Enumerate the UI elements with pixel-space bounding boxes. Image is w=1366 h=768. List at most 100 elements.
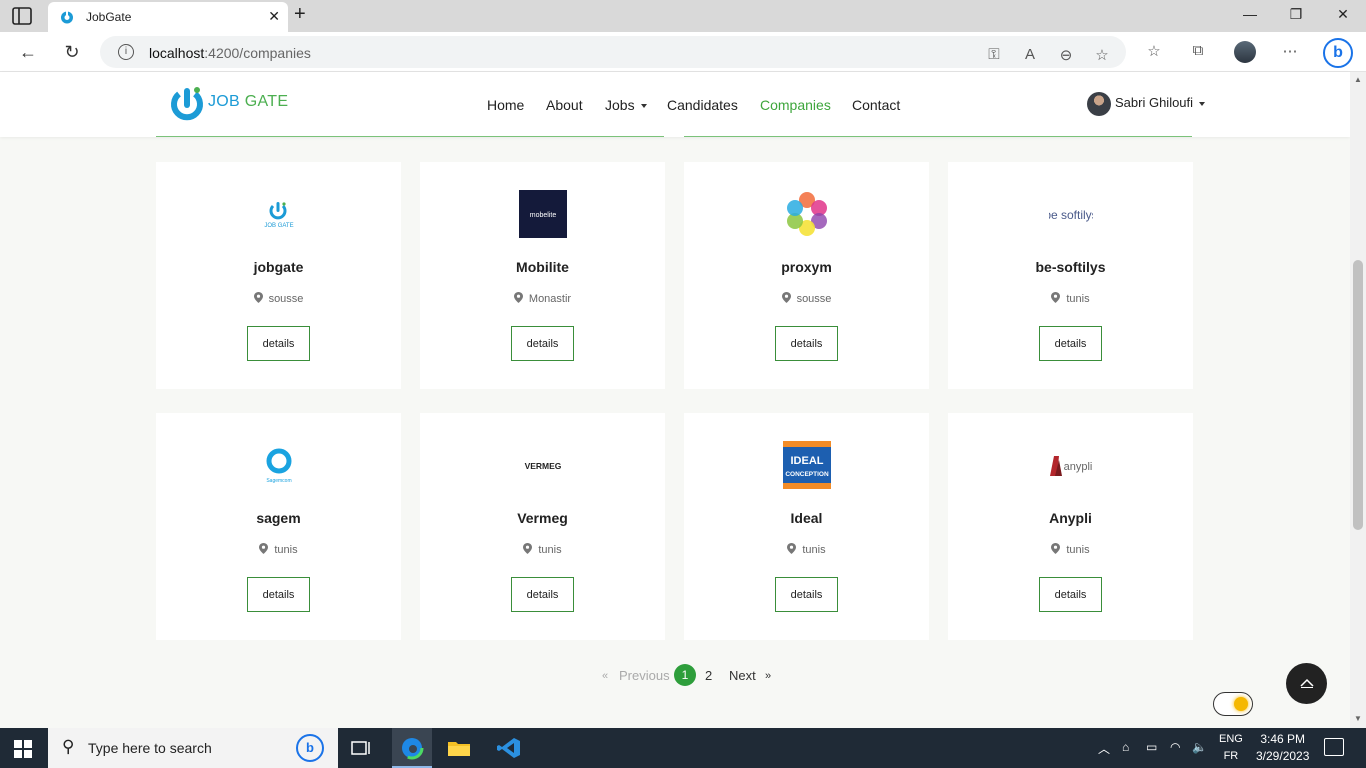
company-name: sagem [256, 510, 301, 526]
bing-search-icon[interactable]: b [296, 734, 324, 762]
taskbar-search[interactable]: ⚲ Type here to search b [48, 728, 338, 768]
page-scrollbar[interactable]: ▲ ▼ [1350, 72, 1366, 728]
scroll-thumb[interactable] [1353, 260, 1363, 530]
zoom-icon[interactable]: ⊖ [1056, 46, 1076, 64]
browser-tab[interactable]: JobGate ✕ [48, 2, 288, 32]
user-menu[interactable]: Sabri Ghiloufi [1115, 95, 1206, 110]
company-location: tunis [684, 543, 929, 556]
close-window-icon[interactable]: ✕ [1333, 6, 1353, 23]
svg-text:IDEAL: IDEAL [791, 455, 824, 467]
details-button[interactable]: details [511, 326, 574, 361]
collections-icon[interactable]: ⧉ [1188, 42, 1208, 59]
favorites-icon[interactable]: ☆ [1144, 42, 1164, 60]
windows-start-icon[interactable] [14, 740, 32, 758]
details-button[interactable]: details [775, 577, 838, 612]
company-card: anypli Anypli tunis details [948, 413, 1193, 640]
minimize-icon[interactable]: — [1240, 6, 1260, 22]
details-button[interactable]: details [1039, 326, 1102, 361]
site-header: JOB GATE Home About Jobs Candidates Comp… [0, 72, 1350, 137]
company-location: sousse [156, 292, 401, 305]
location-pin-icon [781, 292, 791, 303]
nav-home[interactable]: Home [487, 97, 524, 113]
tab-title: JobGate [86, 10, 132, 24]
company-card: IDEAL CONCEPTION Ideal tunis details [684, 413, 929, 640]
new-tab-icon[interactable]: + [294, 3, 306, 26]
company-card: VERMEG Vermeg tunis details [420, 413, 665, 640]
svg-text:JOB GATE: JOB GATE [264, 223, 293, 229]
notification-icon[interactable] [1324, 738, 1344, 756]
nav-candidates[interactable]: Candidates [667, 97, 738, 113]
details-button[interactable]: details [247, 577, 310, 612]
site-info-icon[interactable]: i [118, 44, 134, 60]
location-pin-icon [1051, 292, 1061, 303]
url-text[interactable]: localhost:4200/companies [149, 45, 311, 61]
company-card: be softilys be-softilys tunis details [948, 162, 1193, 389]
company-logo-proxym [782, 189, 832, 239]
details-button[interactable]: details [247, 326, 310, 361]
arrow-up-icon [1299, 679, 1314, 689]
system-clock[interactable]: 3:46 PM 3/29/2023 [1256, 731, 1309, 765]
scroll-to-top-button[interactable] [1286, 663, 1327, 704]
wifi-icon[interactable]: ◠ [1170, 740, 1180, 754]
tray-device-icon[interactable]: ⌂ [1122, 740, 1129, 754]
close-tab-icon[interactable]: ✕ [268, 8, 280, 25]
details-button[interactable]: details [511, 577, 574, 612]
vscode-icon[interactable] [496, 736, 522, 760]
task-view-icon[interactable] [348, 736, 374, 760]
tray-overflow-icon[interactable]: ︿ [1098, 740, 1110, 757]
company-location: tunis [948, 292, 1193, 305]
tab-actions-icon[interactable] [10, 6, 34, 26]
svg-text:be softilys: be softilys [1049, 208, 1093, 222]
nav-jobs[interactable]: Jobs [605, 97, 647, 113]
jobgate-favicon-icon [61, 10, 73, 24]
location-pin-icon [523, 543, 533, 554]
company-card: mobelite Mobilite Monastir details [420, 162, 665, 389]
volume-icon[interactable]: 🔈 [1192, 740, 1207, 754]
svg-text:mobelite: mobelite [530, 212, 557, 219]
bing-icon[interactable]: b [1323, 38, 1353, 68]
company-name: Vermeg [517, 510, 568, 526]
back-icon[interactable]: ← [16, 40, 40, 64]
details-button[interactable]: details [1039, 577, 1102, 612]
address-bar[interactable]: i localhost:4200/companies ⚿ A ⊖ ☆ [100, 36, 1126, 68]
language-indicator[interactable]: ENG FR [1219, 731, 1243, 765]
chevron-down-icon [1199, 101, 1206, 106]
previous-page: Previous [619, 668, 670, 683]
nav-contact[interactable]: Contact [852, 97, 900, 113]
company-name: Ideal [790, 510, 823, 526]
key-icon[interactable]: ⚿ [984, 46, 1004, 63]
company-name: proxym [781, 259, 832, 275]
scroll-down-icon[interactable]: ▼ [1354, 714, 1362, 723]
browser-profile-avatar[interactable] [1234, 41, 1256, 63]
location-pin-icon [1051, 543, 1061, 554]
jobgate-logo-icon[interactable] [170, 84, 204, 122]
restore-icon[interactable]: ❐ [1286, 6, 1306, 23]
company-name: Mobilite [516, 259, 569, 275]
previous-arrow: « [602, 670, 609, 682]
more-options-icon[interactable]: ⋯ [1280, 42, 1300, 60]
company-card: JOB GATE jobgate sousse details [156, 162, 401, 389]
read-aloud-icon[interactable]: A [1020, 46, 1040, 63]
nav-about[interactable]: About [546, 97, 583, 113]
reload-icon[interactable]: ↻ [60, 40, 84, 64]
next-page[interactable]: Next [729, 668, 756, 683]
windows-taskbar: ⚲ Type here to search b ︿ ⌂ ▭ ◠ 🔈 ENG FR … [0, 728, 1366, 768]
add-favorite-icon[interactable]: ☆ [1092, 46, 1112, 64]
battery-icon[interactable]: ▭ [1146, 740, 1157, 754]
next-arrow[interactable]: » [765, 670, 771, 682]
nav-companies[interactable]: Companies [760, 97, 831, 113]
avatar[interactable] [1087, 92, 1111, 116]
theme-toggle[interactable] [1213, 692, 1253, 716]
page-1[interactable]: 1 [674, 664, 696, 686]
file-explorer-icon[interactable] [446, 736, 472, 760]
page-2[interactable]: 2 [705, 668, 712, 683]
details-button[interactable]: details [775, 326, 838, 361]
edge-icon[interactable] [399, 736, 425, 760]
sun-icon [1234, 697, 1248, 711]
scroll-up-icon[interactable]: ▲ [1354, 75, 1362, 84]
logo-text[interactable]: JOB GATE [208, 93, 288, 111]
company-location: sousse [684, 292, 929, 305]
company-logo-mobilite: mobelite [518, 189, 568, 239]
company-logo-vermeg: VERMEG [518, 440, 568, 490]
search-input[interactable]: Type here to search [88, 740, 212, 756]
